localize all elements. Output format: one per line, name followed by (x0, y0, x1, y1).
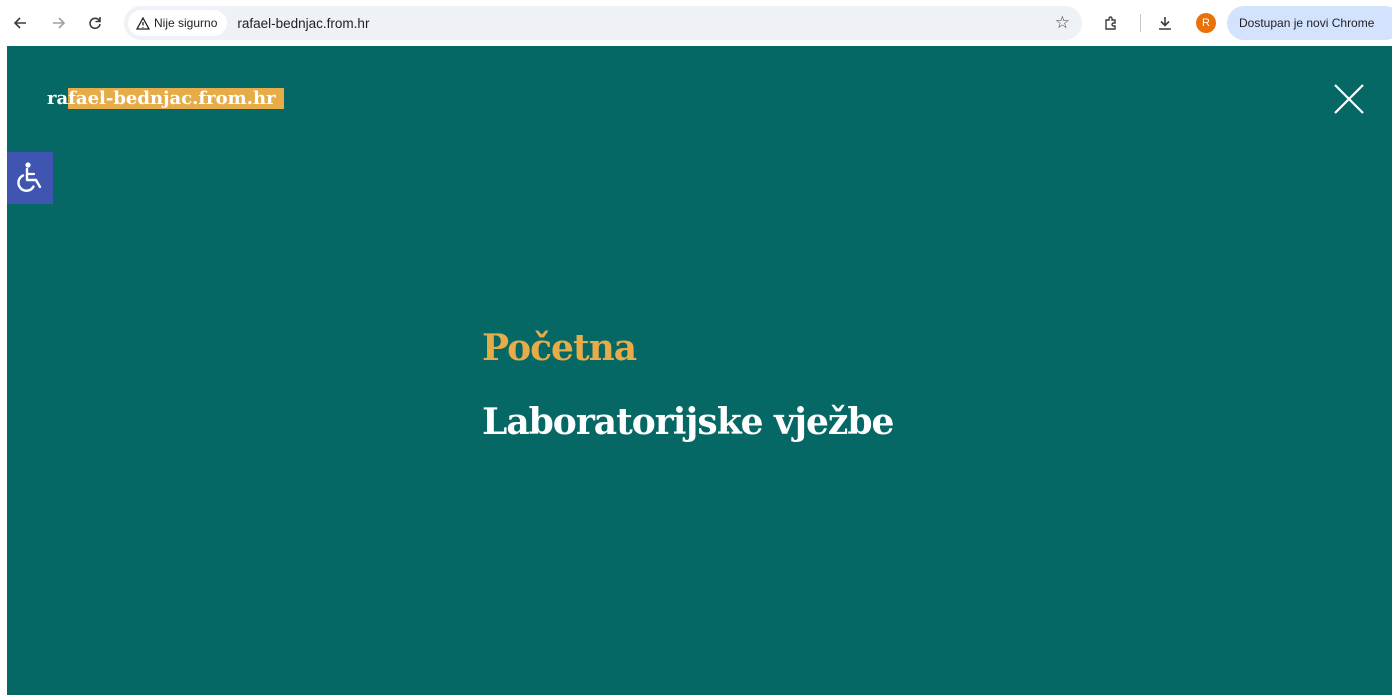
menu-item-pocetna[interactable]: Početna (482, 324, 893, 372)
back-arrow-icon (13, 17, 26, 29)
extensions-icon (1105, 16, 1116, 30)
reload-icon (89, 17, 101, 30)
bookmark-star-icon[interactable]: ☆ (1055, 13, 1070, 33)
toolbar-divider (1140, 14, 1141, 32)
download-icon (1159, 17, 1171, 30)
site-title-highlight: fael-bednjac.from.hr (68, 88, 284, 109)
menu-item-laboratorijske-vjezbe[interactable]: Laboratorijske vježbe (482, 398, 894, 446)
security-chip[interactable]: Nije sigurno (128, 10, 228, 36)
security-label: Nije sigurno (154, 16, 218, 30)
address-bar[interactable]: Nije sigurno rafael-bednjac.from.hr ☆ (124, 6, 1082, 40)
forward-arrow-icon (53, 17, 66, 29)
downloads-button[interactable] (1150, 8, 1180, 38)
close-menu-button[interactable] (1332, 82, 1366, 116)
profile-avatar[interactable]: R (1196, 13, 1216, 33)
back-button[interactable] (5, 8, 35, 38)
reload-button[interactable] (80, 8, 110, 38)
url-text[interactable]: rafael-bednjac.from.hr (237, 16, 369, 31)
site-title-prefix: ra (47, 88, 69, 109)
site-title[interactable]: ra fael-bednjac.from.hr (47, 86, 284, 111)
browser-toolbar: Nije sigurno rafael-bednjac.from.hr ☆ R … (0, 0, 1392, 46)
wheelchair-icon (17, 162, 42, 192)
mobile-menu-overlay: ra fael-bednjac.from.hr Početna Laborator… (7, 46, 1392, 695)
warning-icon (136, 16, 150, 30)
forward-button[interactable] (44, 8, 74, 38)
update-chrome-button[interactable]: Dostupan je novi Chrome (1227, 6, 1392, 40)
accessibility-button[interactable] (7, 152, 53, 204)
close-icon (1334, 84, 1364, 114)
extensions-button[interactable] (1096, 8, 1126, 38)
main-menu: Početna Laboratorijske vježbe (482, 324, 894, 472)
